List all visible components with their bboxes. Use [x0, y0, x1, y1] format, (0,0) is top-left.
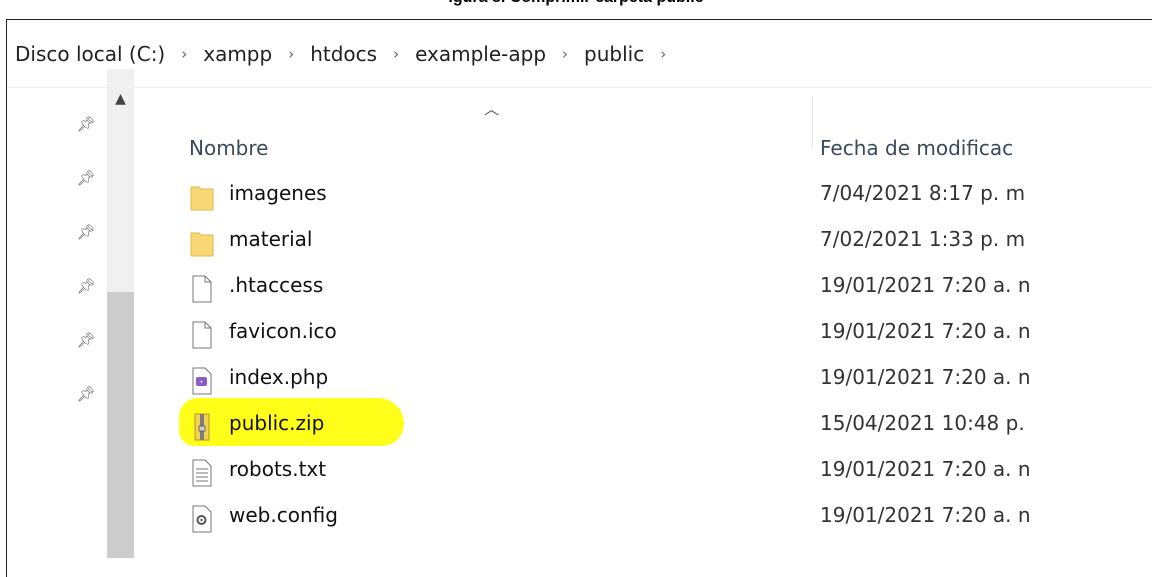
file-name: imagenes [229, 181, 327, 205]
file-name: web.config [229, 503, 338, 527]
column-header-name[interactable]: Nombre [189, 136, 268, 160]
file-name: favicon.ico [229, 319, 337, 343]
file-date: 19/01/2021 7:20 a. n [820, 457, 1031, 481]
breadcrumb-disk[interactable]: Disco local (C:) [9, 42, 171, 66]
config-file-icon [189, 504, 215, 534]
column-divider[interactable] [812, 96, 813, 148]
breadcrumb-htdocs[interactable]: htdocs [304, 42, 383, 66]
list-item[interactable]: web.config 19/01/2021 7:20 a. n [134, 494, 1146, 540]
file-date: 7/04/2021 8:17 p. m [820, 181, 1026, 205]
file-name: .htaccess [229, 273, 324, 297]
breadcrumb-xampp[interactable]: xampp [197, 42, 278, 66]
column-header-date[interactable]: Fecha de modificac [820, 136, 1152, 160]
nav-scrollbar-thumb[interactable] [107, 292, 134, 558]
list-item-selected[interactable]: public.zip 15/04/2021 10:48 p. [134, 398, 1146, 448]
php-file-icon: • [189, 366, 215, 396]
sort-ascending-icon: ︿ [484, 100, 500, 118]
file-name: public.zip [229, 411, 325, 435]
file-icon [189, 320, 215, 350]
list-item[interactable]: material 7/02/2021 1:33 p. m [134, 218, 1146, 264]
chevron-right-icon[interactable]: › [278, 45, 304, 63]
chevron-right-icon[interactable]: › [171, 45, 197, 63]
pin-icon[interactable]: 📌︎ [76, 276, 96, 296]
file-name: index.php [229, 365, 329, 389]
breadcrumb-example-app[interactable]: example-app [409, 42, 552, 66]
file-date: 19/01/2021 7:20 a. n [820, 273, 1031, 297]
scroll-up-icon[interactable]: ▲ [107, 88, 134, 110]
file-name: material [229, 227, 313, 251]
address-bar[interactable]: Disco local (C:) › xampp › htdocs › exam… [7, 20, 1152, 88]
pin-icon[interactable]: 📌︎ [76, 330, 96, 350]
figure-caption: igura 8. Comprimir carpeta public [0, 0, 1152, 18]
chevron-right-icon[interactable]: › [552, 45, 578, 63]
file-date: 15/04/2021 10:48 p. [820, 411, 1025, 435]
pin-icon[interactable]: 📌︎ [76, 114, 96, 134]
pin-icon[interactable]: 📌︎ [76, 222, 96, 242]
file-date: 7/02/2021 1:33 p. m [820, 227, 1026, 251]
breadcrumb-public[interactable]: public [578, 42, 650, 66]
chevron-right-icon[interactable]: › [650, 45, 676, 63]
list-item[interactable]: .htaccess 19/01/2021 7:20 a. n [134, 264, 1146, 310]
list-item[interactable]: robots.txt 19/01/2021 7:20 a. n [134, 448, 1146, 494]
list-item[interactable]: imagenes 7/04/2021 8:17 p. m [134, 172, 1146, 218]
text-file-icon [189, 458, 215, 488]
file-date: 19/01/2021 7:20 a. n [820, 319, 1031, 343]
pin-icon[interactable]: 📌︎ [76, 168, 96, 188]
file-date: 19/01/2021 7:20 a. n [820, 503, 1031, 527]
list-item[interactable]: • index.php 19/01/2021 7:20 a. n [134, 356, 1146, 402]
pin-icon[interactable]: 📌︎ [76, 384, 96, 404]
file-name: robots.txt [229, 457, 327, 481]
file-icon [189, 274, 215, 304]
folder-icon [189, 182, 215, 212]
folder-icon [189, 228, 215, 258]
list-item[interactable]: favicon.ico 19/01/2021 7:20 a. n [134, 310, 1146, 356]
column-header-row: ︿ Nombre Fecha de modificac [134, 88, 1146, 172]
zip-file-icon [189, 412, 215, 442]
svg-text:•: • [200, 379, 204, 386]
file-date: 19/01/2021 7:20 a. n [820, 365, 1031, 389]
chevron-right-icon[interactable]: › [383, 45, 409, 63]
